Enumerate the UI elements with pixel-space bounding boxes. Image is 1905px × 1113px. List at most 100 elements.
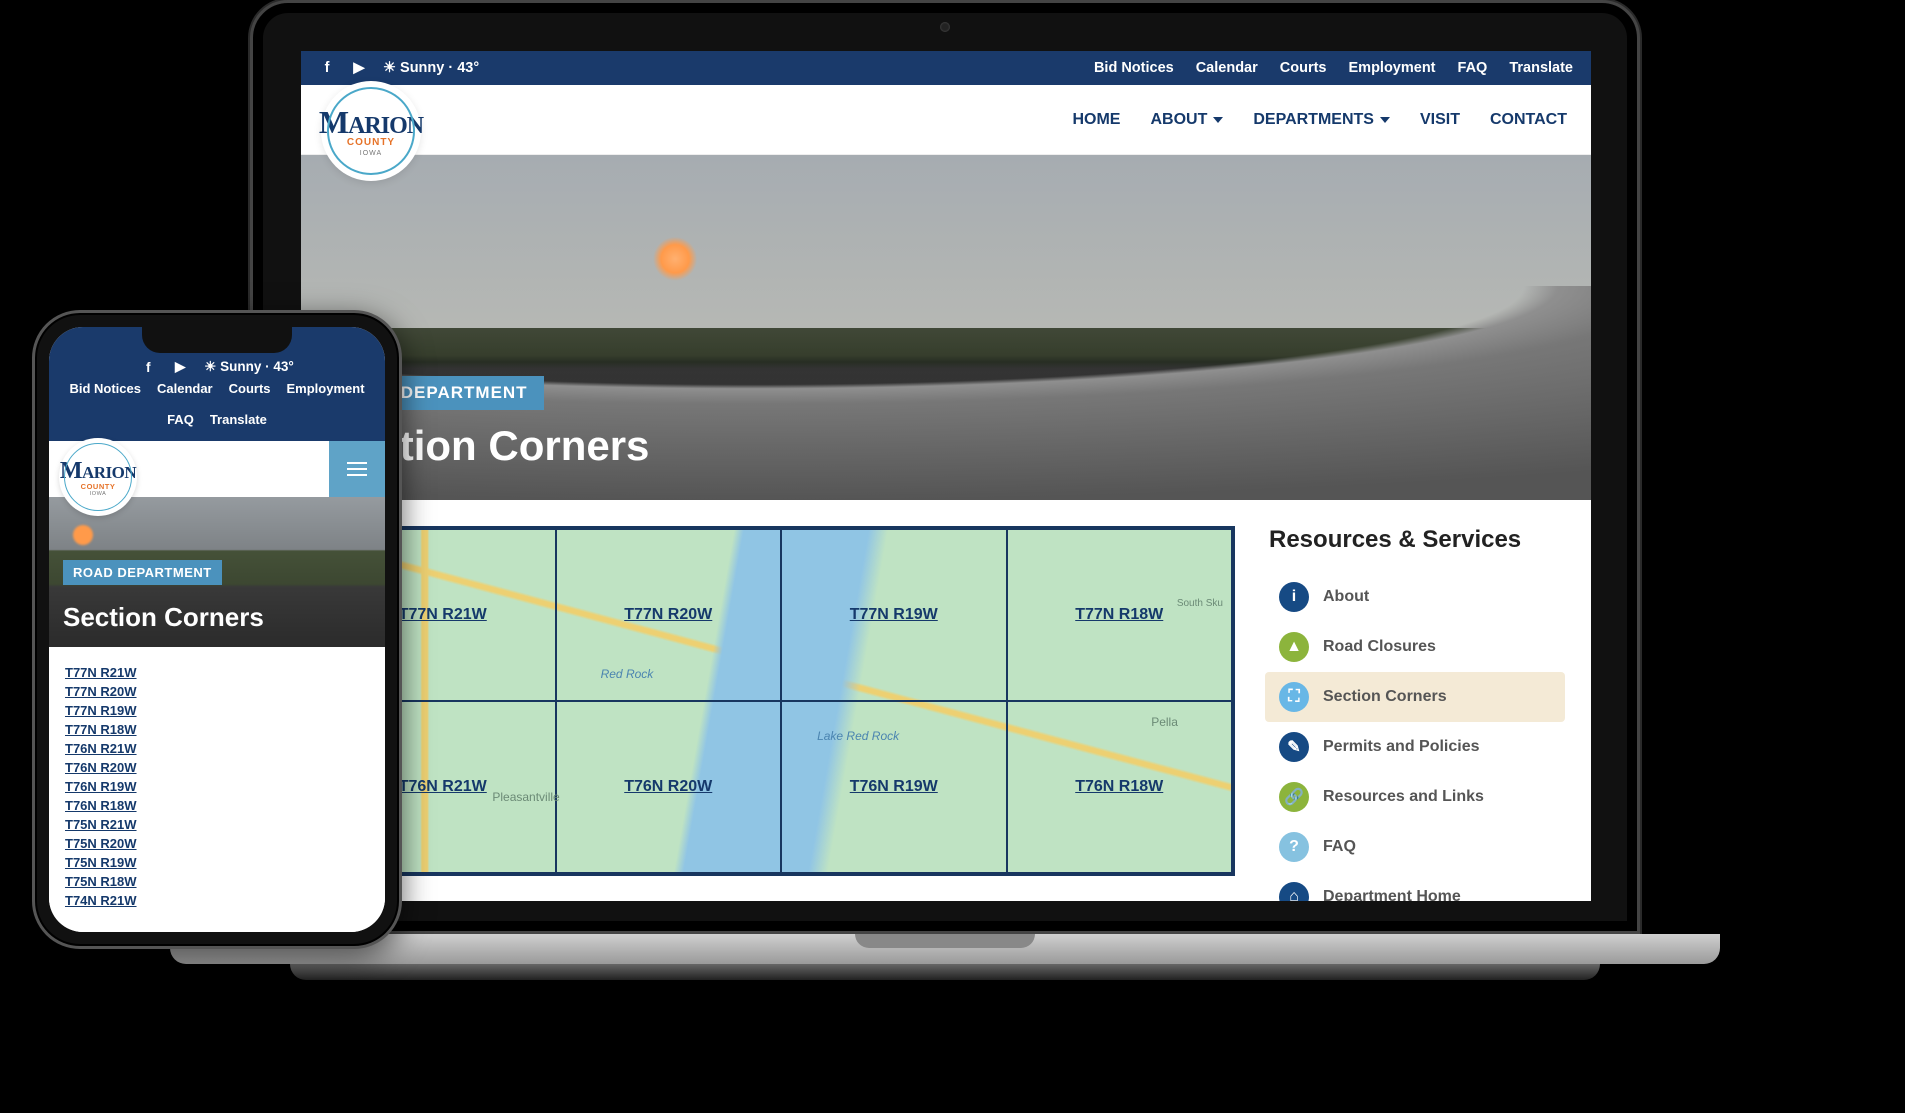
sidebar-item-label: Section Corners (1323, 688, 1447, 706)
corners-icon: ⛶ (1279, 682, 1309, 712)
sidebar-item-faq[interactable]: ?FAQ (1265, 822, 1565, 872)
chevron-down-icon (1380, 117, 1390, 123)
sidebar-item-label: About (1323, 588, 1369, 606)
sidebar-item-permits-and-policies[interactable]: ✎ Permits and Policies (1265, 722, 1565, 772)
section-link-t76n-r20w[interactable]: T76N R20W (624, 778, 712, 796)
utility-link-translate[interactable]: Translate (210, 412, 267, 427)
weather-text: Sunny · 43° (220, 359, 294, 374)
nav-label: CONTACT (1490, 111, 1567, 129)
page-title: Section Corners (63, 602, 264, 633)
nav-label: DEPARTMENTS (1253, 111, 1374, 129)
sidebar-item-about[interactable]: i About (1265, 572, 1565, 622)
section-link-t75n-r21w[interactable]: T75N R21W (65, 817, 369, 832)
utility-link-bid-notices[interactable]: Bid Notices (1094, 60, 1174, 76)
phone-device: f ▶ ☀ Sunny · 43° Bid Notices Calendar Cou… (32, 310, 402, 949)
sidebar-item-label: Road Closures (1323, 638, 1436, 656)
site-logo[interactable]: MARION COUNTY IOWA (59, 438, 137, 516)
section-map: Swan Red Rock Lake Red Rock Pleasantvill… (327, 526, 1235, 876)
section-link-t77n-r19w[interactable]: T77N R19W (65, 703, 369, 718)
desktop-viewport: f ▶ ☀ Sunny · 43° Bid Notices Calendar Cou… (301, 51, 1591, 901)
section-link-t77n-r21w[interactable]: T77N R21W (65, 665, 369, 680)
utility-link-employment[interactable]: Employment (1349, 60, 1436, 76)
map-cell: T76N R18W (1007, 701, 1233, 873)
utility-link-faq[interactable]: FAQ (1458, 60, 1488, 76)
sidebar-item-label: Department Home (1323, 888, 1461, 901)
primary-nav: MARION COUNTY IOWA HOMEABOUTDEPARTMENTSV… (301, 85, 1591, 155)
section-link-t77n-r19w[interactable]: T77N R19W (850, 606, 938, 624)
nav-label: ABOUT (1150, 111, 1207, 129)
laptop-device: f ▶ ☀ Sunny · 43° Bid Notices Calendar Cou… (250, 0, 1640, 980)
sidebar-item-section-corners[interactable]: ⛶ Section Corners (1265, 672, 1565, 722)
section-link-t77n-r18w[interactable]: T77N R18W (65, 722, 369, 737)
utility-link-calendar[interactable]: Calendar (1196, 60, 1258, 76)
map-cell: T77N R18W (1007, 529, 1233, 701)
youtube-icon[interactable]: ▶ (351, 60, 367, 76)
map-cell: T77N R19W (781, 529, 1007, 701)
sun-icon: ☀ (204, 359, 216, 374)
mobile-nav: MARION COUNTY IOWA (49, 441, 385, 497)
sidebar-item-road-closures[interactable]: ▲ Road Closures (1265, 622, 1565, 672)
weather-widget[interactable]: ☀ Sunny · 43° (383, 60, 479, 76)
sidebar-item-label: Resources and Links (1323, 788, 1484, 806)
utility-link-translate[interactable]: Translate (1509, 60, 1573, 76)
weather-text: Sunny · 43° (400, 60, 479, 76)
section-link-t76n-r19w[interactable]: T76N R19W (65, 779, 369, 794)
sidebar-item-label: Permits and Policies (1323, 738, 1480, 756)
hero-banner: ROAD DEPARTMENT Section Corners (301, 155, 1591, 500)
section-link-list: T77N R21W T77N R20W T77N R19W T77N R18W T76N… (49, 647, 385, 932)
laptop-base (170, 934, 1720, 964)
department-tag: ROAD DEPARTMENT (63, 560, 222, 585)
section-link-t76n-r20w[interactable]: T76N R20W (65, 760, 369, 775)
section-link-t75n-r19w[interactable]: T75N R19W (65, 855, 369, 870)
map-cell: T77N R20W (556, 529, 782, 701)
utility-link-bid-notices[interactable]: Bid Notices (69, 381, 141, 396)
sidebar-item-department-home[interactable]: ⌂ Department Home (1265, 872, 1565, 901)
utility-link-calendar[interactable]: Calendar (157, 381, 213, 396)
nav-departments[interactable]: DEPARTMENTS (1253, 111, 1390, 129)
nav-home[interactable]: HOME (1072, 111, 1120, 129)
facebook-icon[interactable]: f (319, 60, 335, 76)
section-link-t76n-r21w[interactable]: T76N R21W (65, 741, 369, 756)
phone-notch (142, 327, 292, 353)
utility-link-courts[interactable]: Courts (229, 381, 271, 396)
section-link-t76n-r18w[interactable]: T76N R18W (1075, 778, 1163, 796)
sidebar: Resources & Services i About ▲ Road Closure… (1265, 526, 1565, 875)
weather-widget[interactable]: ☀ Sunny · 43° (204, 359, 294, 375)
nav-label: HOME (1072, 111, 1120, 129)
section-link-t77n-r21w[interactable]: T77N R21W (399, 606, 487, 624)
doc-icon: ✎ (1279, 732, 1309, 762)
section-link-t77n-r20w[interactable]: T77N R20W (624, 606, 712, 624)
map-cell: T76N R19W (781, 701, 1007, 873)
help-icon: ? (1279, 832, 1309, 862)
facebook-icon[interactable]: f (140, 359, 156, 375)
info-icon: i (1279, 582, 1309, 612)
sun-icon: ☀ (383, 60, 396, 76)
camera-dot (940, 22, 950, 32)
section-link-t75n-r18w[interactable]: T75N R18W (65, 874, 369, 889)
menu-button[interactable] (329, 441, 385, 497)
nav-contact[interactable]: CONTACT (1490, 111, 1567, 129)
section-link-t77n-r18w[interactable]: T77N R18W (1075, 606, 1163, 624)
nav-label: VISIT (1420, 111, 1460, 129)
section-link-t76n-r18w[interactable]: T76N R18W (65, 798, 369, 813)
youtube-icon[interactable]: ▶ (172, 359, 188, 375)
utility-link-faq[interactable]: FAQ (167, 412, 194, 427)
home-icon: ⌂ (1279, 882, 1309, 901)
section-link-t75n-r20w[interactable]: T75N R20W (65, 836, 369, 851)
site-logo[interactable]: MARION COUNTY IOWA (321, 81, 421, 181)
laptop-foot (290, 964, 1600, 980)
utility-link-courts[interactable]: Courts (1280, 60, 1327, 76)
nav-visit[interactable]: VISIT (1420, 111, 1460, 129)
section-link-t76n-r21w[interactable]: T76N R21W (399, 778, 487, 796)
hamburger-icon (347, 468, 367, 470)
sidebar-heading: Resources & Services (1265, 526, 1565, 554)
nav-about[interactable]: ABOUT (1150, 111, 1223, 129)
chevron-down-icon (1213, 117, 1223, 123)
section-link-t77n-r20w[interactable]: T77N R20W (65, 684, 369, 699)
road-icon: ▲ (1279, 632, 1309, 662)
utility-bar: f ▶ ☀ Sunny · 43° Bid Notices Calendar Cou… (301, 51, 1591, 85)
section-link-t74n-r21w[interactable]: T74N R21W (65, 893, 369, 908)
sidebar-item-resources-and-links[interactable]: 🔗Resources and Links (1265, 772, 1565, 822)
section-link-t76n-r19w[interactable]: T76N R19W (850, 778, 938, 796)
utility-link-employment[interactable]: Employment (287, 381, 365, 396)
